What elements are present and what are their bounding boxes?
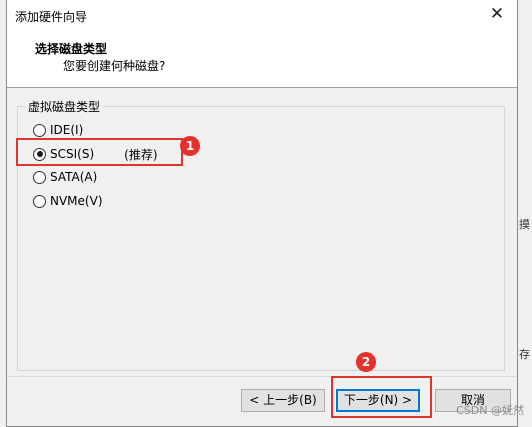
radio-label: IDE(I): [50, 123, 84, 137]
page-title: 选择磁盘类型: [35, 42, 108, 56]
radio-sata[interactable]: SATA(A): [33, 168, 97, 186]
title-bar: 添加硬件向导 ✕: [7, 0, 517, 30]
close-icon[interactable]: ✕: [477, 0, 517, 30]
radio-label: SATA(A): [50, 170, 98, 184]
radio-nvme[interactable]: NVMe(V): [33, 192, 103, 210]
step-badge-2: 2: [356, 352, 376, 372]
window-title: 添加硬件向导: [15, 10, 88, 24]
radio-label: NVMe(V): [50, 194, 103, 208]
highlight-scsi: [16, 138, 183, 166]
watermark: CSDN @妩然: [456, 404, 524, 417]
radio-button[interactable]: [33, 123, 46, 137]
background-glyph: 存: [519, 348, 530, 361]
back-button[interactable]: < 上一步(B): [241, 389, 325, 412]
background-app-right: 摸 存: [516, 0, 532, 427]
wizard-header: 选择磁盘类型 您要创建何种磁盘?: [7, 30, 517, 88]
background-glyph: 摸: [519, 218, 530, 231]
radio-button[interactable]: [33, 170, 46, 184]
highlight-next: [331, 376, 432, 418]
radio-button[interactable]: [33, 194, 46, 208]
radio-ide[interactable]: IDE(I): [33, 121, 83, 139]
step-badge-1: 1: [180, 136, 200, 156]
group-legend: 虚拟磁盘类型: [25, 98, 104, 115]
add-hardware-dialog: 添加硬件向导 ✕ 选择磁盘类型 您要创建何种磁盘? 虚拟磁盘类型 IDE(I) …: [6, 0, 518, 427]
button-separator: [7, 376, 517, 377]
page-subtitle: 您要创建何种磁盘?: [63, 59, 166, 73]
